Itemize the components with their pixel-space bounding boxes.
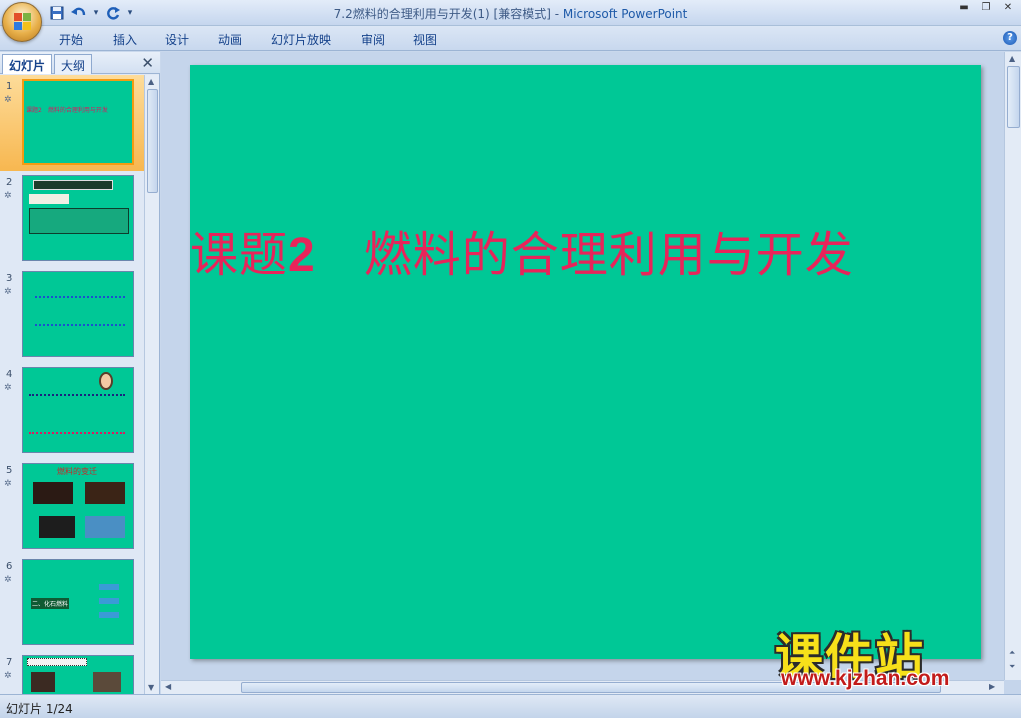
minimize-icon[interactable]: ▬ [957, 2, 971, 13]
tab-slides[interactable]: 幻灯片 [2, 54, 53, 74]
status-bar: 幻灯片 1/24 [0, 694, 1021, 718]
watermark-logo: 课件站 www.kjzhan.com [775, 617, 1005, 693]
slides-pane: 幻灯片 大纲 ✕ 1 ✲ 课题2 燃料的合理利用与开发 2 ✲ 3 ✲ 4 ✲ … [0, 52, 160, 694]
slide-indicator: 幻灯片 1/24 [6, 702, 73, 716]
slide-preview [22, 367, 134, 453]
preview-table-block [29, 208, 129, 234]
app-name: Microsoft PowerPoint [562, 7, 688, 21]
slide-number: 2 [6, 177, 13, 188]
ribbon-tab-bar: 开始 插入 设计 动画 幻灯片放映 审阅 视图 ? [0, 26, 1021, 51]
preview-photo [39, 516, 75, 538]
transition-star-icon: ✲ [4, 287, 12, 297]
document-title: 7.2燃料的合理利用与开发(1) [兼容模式] - [333, 7, 563, 21]
slide-preview [22, 175, 134, 261]
preview-photo [31, 672, 55, 692]
tab-home[interactable]: 开始 [59, 31, 83, 48]
transition-star-icon: ✲ [4, 383, 12, 393]
preview-box [99, 612, 119, 618]
next-slide-icon[interactable]: ⏷ [1009, 662, 1015, 672]
slide-number: 1 [6, 81, 13, 92]
tab-slideshow[interactable]: 幻灯片放映 [271, 31, 331, 48]
transition-star-icon: ✲ [4, 479, 12, 489]
preview-image-block [29, 194, 69, 204]
slide-thumbnail-4[interactable]: 4 ✲ [0, 363, 144, 459]
slide-preview: 燃料的变迁 [22, 463, 134, 549]
office-button[interactable] [2, 2, 42, 42]
slide-number: 5 [6, 465, 13, 476]
slide-number: 6 [6, 561, 13, 572]
previous-slide-icon[interactable]: ⏶ [1009, 648, 1015, 658]
preview-photo [33, 482, 73, 504]
tab-view[interactable]: 视图 [413, 31, 437, 48]
transition-star-icon: ✲ [4, 95, 12, 105]
slide-number: 4 [6, 369, 13, 380]
tab-insert[interactable]: 插入 [113, 31, 137, 48]
slide-thumbnail-3[interactable]: 3 ✲ [0, 267, 144, 363]
title-number: 2 [288, 229, 316, 282]
window-controls: ▬ ❐ ✕ [957, 2, 1015, 13]
slide-thumbnail-2[interactable]: 2 ✲ [0, 171, 144, 267]
slide-preview-title: 课题2 燃料的合理利用与开发 [26, 107, 108, 114]
scrollbar-thumb[interactable] [147, 89, 158, 193]
preview-photo [93, 672, 121, 692]
tab-animations[interactable]: 动画 [218, 31, 242, 48]
scroll-up-icon[interactable]: ▲ [148, 77, 154, 86]
preview-box [99, 598, 119, 604]
transition-star-icon: ✲ [4, 191, 12, 201]
restore-icon[interactable]: ❐ [979, 2, 993, 13]
help-icon[interactable]: ? [1003, 31, 1017, 45]
preview-heading-block [27, 658, 87, 666]
slide-number: 7 [6, 657, 13, 668]
preview-text-block [35, 296, 125, 326]
title-bar: ▾ ▾ 7.2燃料的合理利用与开发(1) [兼容模式] - Microsoft … [0, 0, 1021, 26]
title-rest: 燃料的合理利用与开发 [363, 227, 854, 283]
transition-star-icon: ✲ [4, 671, 12, 681]
slide-thumbnail-1[interactable]: 1 ✲ 课题2 燃料的合理利用与开发 [0, 75, 144, 171]
slide-preview [22, 655, 134, 694]
close-icon[interactable]: ✕ [141, 54, 154, 72]
slide-preview [22, 271, 134, 357]
preview-text-block [29, 394, 125, 434]
slide-title[interactable]: 课题2 燃料的合理利用与开发 [190, 215, 854, 285]
pane-tab-bar: 幻灯片 大纲 ✕ [0, 52, 160, 74]
current-slide[interactable]: 课题2 燃料的合理利用与开发 [190, 65, 981, 659]
transition-star-icon: ✲ [4, 575, 12, 585]
scrollbar-thumb[interactable] [1007, 66, 1020, 128]
slide-editor: 课题2 燃料的合理利用与开发 ▲ ⏶ ⏷ ◀ ▶ 课件站 www.kjzhan.c… [161, 52, 1021, 694]
preview-box [99, 584, 119, 590]
preview-heading-block [33, 180, 113, 190]
preview-photo [85, 482, 125, 504]
tab-design[interactable]: 设计 [165, 31, 189, 48]
close-icon[interactable]: ✕ [1001, 2, 1015, 13]
editor-vertical-scrollbar[interactable]: ▲ ⏶ ⏷ [1004, 52, 1021, 680]
scroll-down-icon[interactable]: ▼ [148, 683, 154, 692]
slide-preview-title: 燃料的变迁 [57, 467, 97, 476]
slide-preview-title: 二、化石燃料 [31, 598, 70, 609]
slide-thumbnail-6[interactable]: 6 ✲ 二、化石燃料 [0, 555, 144, 651]
slide-number: 3 [6, 273, 13, 284]
window-title: 7.2燃料的合理利用与开发(1) [兼容模式] - Microsoft Powe… [0, 5, 1021, 22]
slide-thumbnail-5[interactable]: 5 ✲ 燃料的变迁 [0, 459, 144, 555]
watermark-url: www.kjzhan.com [781, 667, 950, 690]
tab-review[interactable]: 审阅 [361, 31, 385, 48]
powerpoint-window: ▾ ▾ 7.2燃料的合理利用与开发(1) [兼容模式] - Microsoft … [0, 0, 1021, 718]
title-prefix: 课题 [190, 227, 289, 283]
slide-preview: 课题2 燃料的合理利用与开发 [22, 79, 134, 165]
thumbnail-list: 1 ✲ 课题2 燃料的合理利用与开发 2 ✲ 3 ✲ 4 ✲ 5 ✲ 燃料的变迁… [0, 75, 144, 694]
scroll-left-icon[interactable]: ◀ [165, 682, 171, 691]
thumbnail-scrollbar[interactable]: ▲ ▼ [144, 75, 159, 694]
preview-cartoon-face [99, 372, 113, 390]
office-logo-icon [14, 13, 32, 31]
slide-preview: 二、化石燃料 [22, 559, 134, 645]
tab-outline[interactable]: 大纲 [54, 54, 93, 74]
slide-thumbnail-7[interactable]: 7 ✲ [0, 651, 144, 694]
preview-photo [85, 516, 125, 538]
scroll-up-icon[interactable]: ▲ [1009, 54, 1015, 63]
